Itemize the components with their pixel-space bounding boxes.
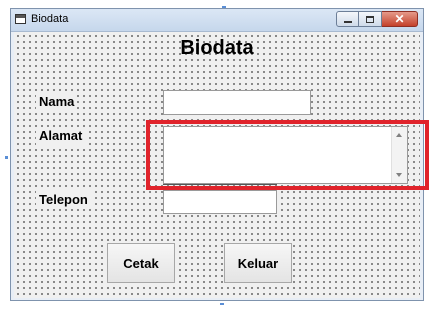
- caption-buttons: ✕: [336, 11, 418, 28]
- keluar-button[interactable]: Keluar: [224, 243, 292, 283]
- label-telepon: Telepon: [36, 191, 91, 209]
- biodata-window: Biodata ✕ Biodata Nama Alamat Telepon Ce…: [10, 8, 424, 301]
- scroll-up-icon[interactable]: [396, 133, 402, 137]
- label-alamat: Alamat: [36, 127, 86, 145]
- cetak-button[interactable]: Cetak: [107, 243, 175, 283]
- screenshot-canvas: Biodata ✕ Biodata Nama Alamat Telepon Ce…: [0, 0, 429, 310]
- alamat-input[interactable]: [164, 127, 407, 183]
- alamat-scrollbar[interactable]: [391, 127, 407, 183]
- nama-input[interactable]: [164, 91, 310, 114]
- window-title: Biodata: [31, 13, 69, 25]
- minimize-button[interactable]: [336, 11, 359, 27]
- title-bar[interactable]: Biodata ✕: [11, 9, 423, 32]
- field-underline: [163, 184, 277, 185]
- maximize-icon: [366, 16, 374, 23]
- nama-field[interactable]: [163, 90, 311, 115]
- telepon-input[interactable]: [164, 191, 276, 213]
- scroll-down-icon[interactable]: [396, 173, 402, 177]
- maximize-button[interactable]: [359, 11, 382, 27]
- form-design-surface: Biodata Nama Alamat Telepon Cetak Keluar: [14, 32, 420, 298]
- minimize-icon: [344, 21, 352, 23]
- selection-guide-left: [5, 156, 8, 159]
- alamat-field[interactable]: [163, 126, 408, 184]
- form-icon: [15, 14, 26, 24]
- form-heading: Biodata: [180, 37, 254, 59]
- telepon-field[interactable]: [163, 190, 277, 214]
- selection-guide-bottom: [220, 303, 224, 305]
- close-icon: ✕: [394, 12, 405, 26]
- label-nama: Nama: [36, 93, 78, 111]
- close-button[interactable]: ✕: [382, 11, 418, 27]
